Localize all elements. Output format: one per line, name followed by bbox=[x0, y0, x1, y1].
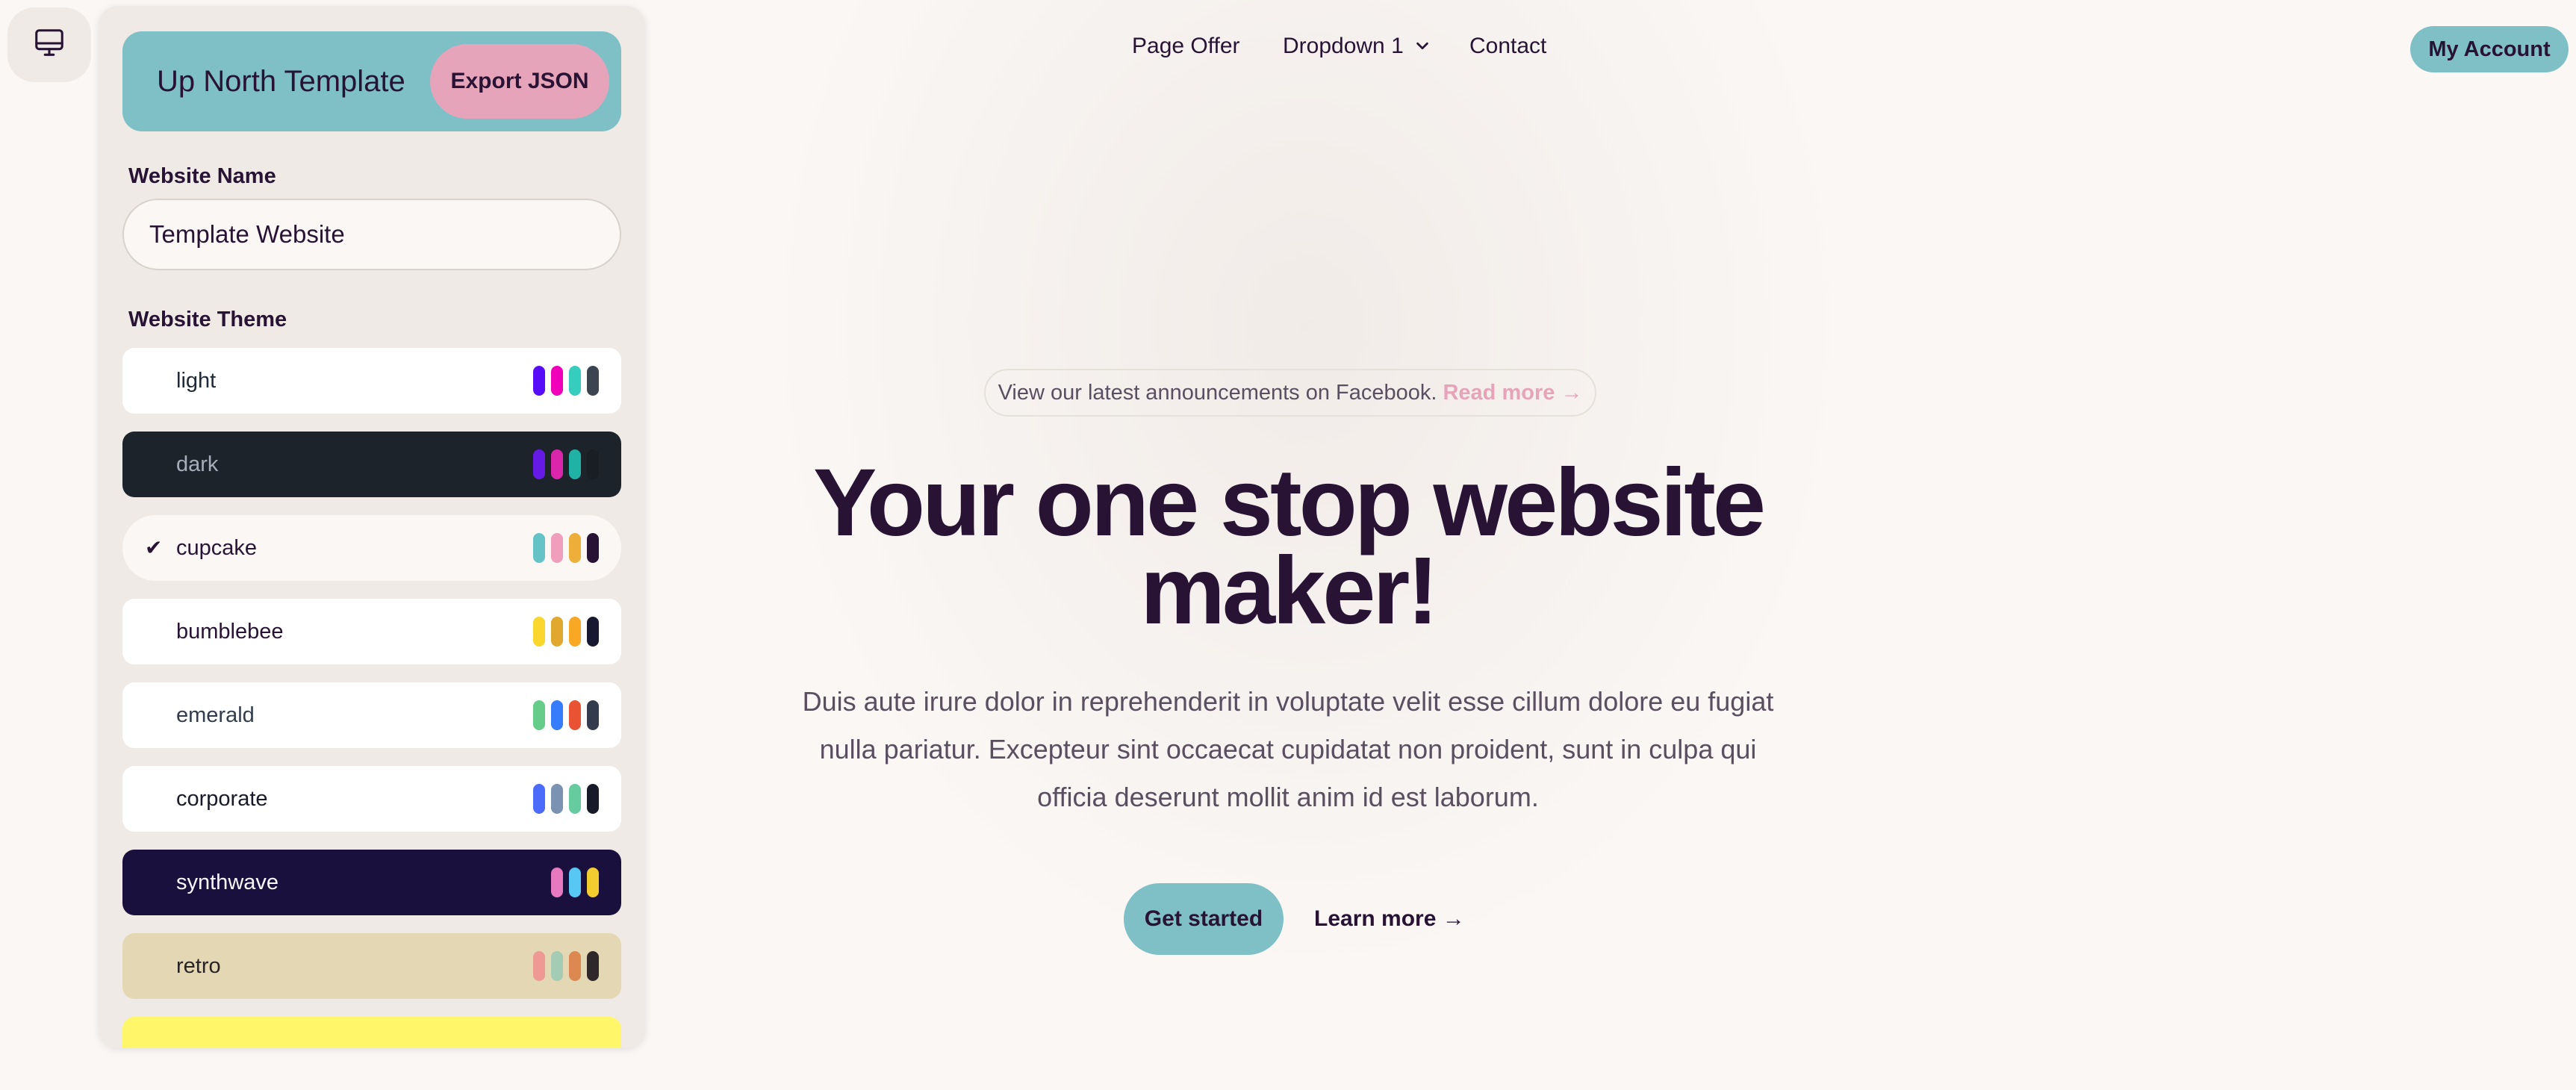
theme-name: corporate bbox=[176, 787, 268, 811]
export-json-button[interactable]: Export JSON bbox=[430, 44, 609, 119]
color-swatch bbox=[533, 533, 545, 563]
theme-color-swatches bbox=[533, 449, 599, 479]
panel-title: Up North Template bbox=[157, 65, 405, 98]
color-swatch bbox=[533, 366, 545, 396]
color-swatch bbox=[551, 700, 563, 730]
theme-option-corporate[interactable]: corporate bbox=[122, 766, 621, 832]
color-swatch bbox=[551, 449, 563, 479]
color-swatch bbox=[587, 784, 599, 814]
template-settings-panel: Up North Template Export JSON Website Na… bbox=[99, 6, 645, 1048]
color-swatch bbox=[533, 700, 545, 730]
nav-dropdown-1[interactable]: Dropdown 1 bbox=[1283, 34, 1431, 60]
website-theme-label: Website Theme bbox=[128, 308, 287, 331]
theme-name: synthwave bbox=[176, 871, 279, 894]
announcement-text: View our latest announcements on Faceboo… bbox=[998, 380, 1437, 405]
color-swatch bbox=[587, 449, 599, 479]
theme-option-partial[interactable] bbox=[122, 1017, 621, 1048]
theme-option-cupcake[interactable]: ✔ cupcake bbox=[122, 515, 621, 581]
nav-dropdown-label: Dropdown 1 bbox=[1283, 34, 1404, 58]
theme-name: emerald bbox=[176, 703, 255, 727]
theme-option-dark[interactable]: dark bbox=[122, 432, 621, 497]
color-swatch bbox=[551, 366, 563, 396]
color-swatch bbox=[533, 449, 545, 479]
read-more-link[interactable]: Read more → bbox=[1443, 381, 1582, 405]
theme-color-swatches bbox=[533, 366, 599, 396]
sidebar-toggle-button[interactable] bbox=[7, 7, 91, 82]
theme-name: retro bbox=[176, 954, 221, 978]
hero-headline-line-2: maker! bbox=[1140, 538, 1439, 644]
theme-name: light bbox=[176, 369, 217, 393]
theme-option-retro[interactable]: retro bbox=[122, 933, 621, 999]
theme-color-swatches bbox=[533, 617, 599, 647]
website-name-input[interactable] bbox=[122, 199, 621, 270]
color-swatch bbox=[569, 366, 581, 396]
theme-option-bumblebee[interactable]: bumblebee bbox=[122, 599, 621, 664]
theme-color-swatches bbox=[533, 951, 599, 981]
theme-color-swatches bbox=[551, 868, 599, 897]
website-name-label: Website Name bbox=[128, 164, 276, 188]
color-swatch bbox=[569, 951, 581, 981]
color-swatch bbox=[551, 951, 563, 981]
color-swatch bbox=[569, 700, 581, 730]
theme-option-emerald[interactable]: emerald bbox=[122, 682, 621, 748]
chevron-down-icon bbox=[1414, 34, 1431, 60]
theme-color-swatches bbox=[533, 533, 599, 563]
theme-name: cupcake bbox=[176, 536, 258, 560]
color-swatch bbox=[551, 533, 563, 563]
color-swatch bbox=[569, 449, 581, 479]
color-swatch bbox=[587, 617, 599, 647]
theme-name: dark bbox=[176, 452, 219, 476]
color-swatch bbox=[533, 617, 545, 647]
panel-header: Up North Template Export JSON bbox=[122, 31, 621, 131]
check-icon: ✔ bbox=[145, 536, 163, 559]
nav-link-contact[interactable]: Contact bbox=[1469, 34, 1546, 59]
theme-color-swatches bbox=[533, 784, 599, 814]
color-swatch bbox=[533, 951, 545, 981]
color-swatch bbox=[569, 784, 581, 814]
color-swatch bbox=[587, 951, 599, 981]
nav-link-page-offer[interactable]: Page Offer bbox=[1132, 34, 1240, 59]
color-swatch bbox=[551, 617, 563, 647]
theme-option-light[interactable]: light bbox=[122, 348, 621, 414]
hero-headline: Your one stop website maker! bbox=[784, 455, 1792, 639]
color-swatch bbox=[587, 700, 599, 730]
color-swatch bbox=[551, 868, 563, 897]
theme-color-swatches bbox=[533, 700, 599, 730]
color-swatch bbox=[551, 784, 563, 814]
color-swatch bbox=[569, 533, 581, 563]
color-swatch bbox=[533, 784, 545, 814]
color-swatch bbox=[587, 366, 599, 396]
color-swatch bbox=[587, 868, 599, 897]
get-started-button[interactable]: Get started bbox=[1124, 883, 1284, 955]
learn-more-link[interactable]: Learn more → bbox=[1314, 883, 1465, 955]
color-swatch bbox=[587, 533, 599, 563]
monitor-icon bbox=[32, 26, 66, 64]
announcement-pill: View our latest announcements on Faceboo… bbox=[984, 369, 1596, 417]
theme-name: bumblebee bbox=[176, 620, 284, 644]
color-swatch bbox=[569, 617, 581, 647]
my-account-button[interactable]: My Account bbox=[2410, 26, 2569, 72]
theme-option-synthwave[interactable]: synthwave bbox=[122, 850, 621, 915]
hero-description: Duis aute irure dolor in reprehenderit i… bbox=[802, 686, 1774, 812]
color-swatch bbox=[569, 868, 581, 897]
